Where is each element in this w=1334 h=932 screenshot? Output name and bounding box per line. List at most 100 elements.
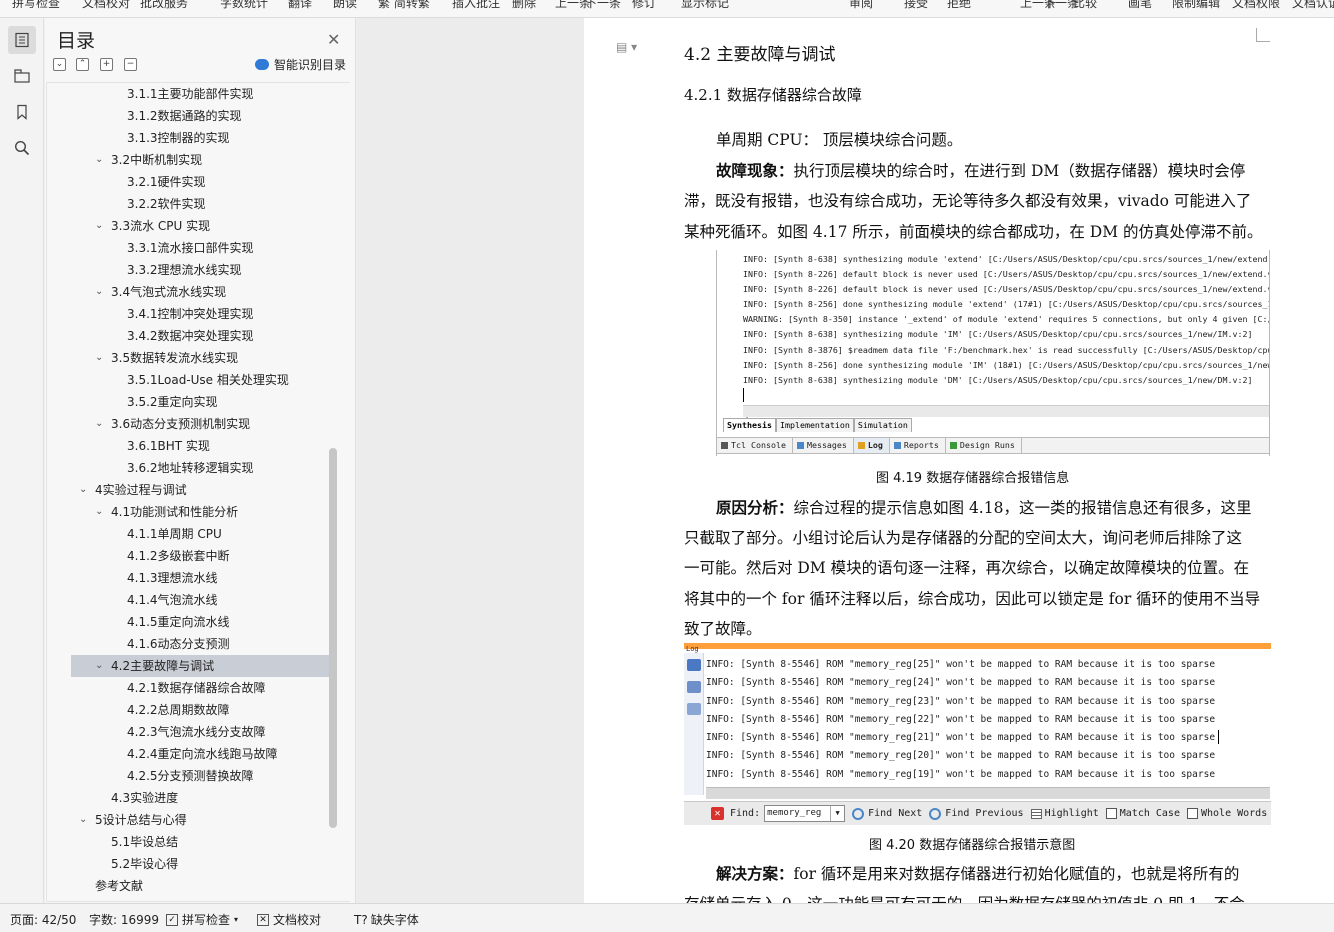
- toc-item[interactable]: 3.6.1BHT 实现: [71, 435, 331, 457]
- toc-item[interactable]: 4.2.5分支预测替换故障: [71, 765, 331, 787]
- toc-item[interactable]: ⌄ 3.3流水 CPU 实现: [71, 215, 331, 237]
- chevron-down-icon[interactable]: ⌄: [79, 809, 91, 831]
- toolbar-item[interactable]: 接受: [904, 0, 928, 11]
- toc-item[interactable]: 参考文献: [71, 875, 331, 897]
- word-count[interactable]: 字数: 16999: [89, 911, 159, 928]
- chapter-nav-icon[interactable]: [8, 62, 36, 90]
- toolbar-item[interactable]: 比较: [1073, 0, 1097, 11]
- figure-4-19-caption: 图 4.19 数据存储器综合报错信息: [876, 471, 1070, 486]
- chevron-down-icon[interactable]: ⌄: [79, 479, 91, 501]
- page-indicator[interactable]: 页面: 42/50: [10, 911, 76, 928]
- toc-item-label: 4.2主要故障与调试: [111, 659, 215, 673]
- toolbar-item[interactable]: 批改服务: [140, 0, 188, 11]
- toc-item-label: 4.2.2总周期数故障: [127, 703, 230, 717]
- toc-item[interactable]: 3.4.1控制冲突处理实现: [71, 303, 331, 325]
- toc-item[interactable]: ⌄ 3.6动态分支预测机制实现: [71, 413, 331, 435]
- toc-item[interactable]: 4.1.3理想流水线: [71, 567, 331, 589]
- bookmark-icon[interactable]: [8, 98, 36, 126]
- chevron-down-icon[interactable]: ⌄: [95, 501, 107, 523]
- toolbar-item[interactable]: 修订: [632, 0, 656, 11]
- toc-item[interactable]: 4.1.2多级嵌套中断: [71, 545, 331, 567]
- chevron-down-icon[interactable]: ⌄: [95, 215, 107, 237]
- toc-item[interactable]: 4.2.2总周期数故障: [71, 699, 331, 721]
- toolbar-item[interactable]: 文档权限: [1232, 0, 1280, 11]
- toc-item[interactable]: 4.1.1单周期 CPU: [71, 523, 331, 545]
- proofread-button[interactable]: ✕ 文档校对: [257, 911, 321, 928]
- toc-item[interactable]: 3.1.1主要功能部件实现: [71, 83, 331, 105]
- chevron-down-icon[interactable]: ⌄: [95, 149, 107, 171]
- toc-item-label: 3.1.2数据通路的实现: [127, 109, 242, 123]
- toc-item[interactable]: 3.6.2地址转移逻辑实现: [71, 457, 331, 479]
- toc-item[interactable]: 3.1.3控制器的实现: [71, 127, 331, 149]
- log-hscrollbar: [706, 787, 1270, 799]
- toolbar-item[interactable]: 文档校对: [82, 0, 130, 11]
- chevron-down-icon[interactable]: ⌄: [95, 413, 107, 435]
- toc-item[interactable]: ⌄ 3.4气泡式流水线实现: [71, 281, 331, 303]
- toc-item[interactable]: 3.3.1流水接口部件实现: [71, 237, 331, 259]
- toc-item[interactable]: 3.5.1Load-Use 相关处理实现: [71, 369, 331, 391]
- toc-item[interactable]: 3.1.2数据通路的实现: [71, 105, 331, 127]
- search-icon[interactable]: [8, 134, 36, 162]
- document-page[interactable]: ▤ ▾ 4.2 主要故障与调试 4.2.1 数据存储器综合故障 单周期 CPU：…: [584, 18, 1334, 903]
- toc-item[interactable]: 3.4.2数据冲突处理实现: [71, 325, 331, 347]
- paragraph-1: 单周期 CPU： 顶层模块综合问题。: [716, 131, 963, 149]
- flow-tabs: Synthesis Implementation Simulation: [723, 418, 912, 432]
- chevron-down-icon[interactable]: ⌄: [95, 347, 107, 369]
- toolbar-item[interactable]: 字数统计: [220, 0, 268, 11]
- toolbar-item[interactable]: 拒绝: [947, 0, 971, 11]
- toc-item[interactable]: 5.2毕设心得: [71, 853, 331, 875]
- toc-item[interactable]: 4.2.3气泡流水线分支故障: [71, 721, 331, 743]
- toolbar-item[interactable]: 下一条: [585, 0, 621, 11]
- smart-toc-button[interactable]: 智能识别目录: [255, 56, 346, 73]
- toc-item[interactable]: 3.5.2重定向实现: [71, 391, 331, 413]
- toolbar-item[interactable]: 朗读: [333, 0, 357, 11]
- missing-font-button[interactable]: T? 缺失字体: [354, 911, 419, 928]
- toc-item[interactable]: ⌄ 4实验过程与调试: [71, 479, 331, 501]
- page-menu-icon[interactable]: ▤ ▾: [616, 40, 637, 54]
- find-next-label: Find Next: [868, 808, 923, 819]
- text-cursor: [743, 388, 744, 402]
- chevron-down-icon[interactable]: ⌄: [95, 281, 107, 303]
- toolbar-item[interactable]: 插入批注: [452, 0, 500, 11]
- toc-item[interactable]: 4.2.1数据存储器综合故障: [71, 677, 331, 699]
- toc-item[interactable]: 4.1.4气泡流水线: [71, 589, 331, 611]
- text-cursor: [1218, 730, 1219, 744]
- close-icon[interactable]: ✕: [327, 30, 340, 49]
- chevron-down-icon[interactable]: ⌄: [95, 655, 107, 677]
- toc-item-label: 3.3.1流水接口部件实现: [127, 241, 254, 255]
- toc-item[interactable]: ⌄ 4.1功能测试和性能分析: [71, 501, 331, 523]
- toc-panel-icon[interactable]: [8, 26, 36, 54]
- toolbar-item[interactable]: 拼写检查: [12, 0, 60, 11]
- toc-item[interactable]: 3.3.2理想流水线实现: [71, 259, 331, 281]
- toc-item[interactable]: 5.1毕设总结: [71, 831, 331, 853]
- expand-all-icon[interactable]: ⌃: [76, 58, 89, 71]
- toc-item[interactable]: 4.1.6动态分支预测: [71, 633, 331, 655]
- spell-check-button[interactable]: ✓ 拼写检查 ▾: [166, 911, 238, 928]
- remove-heading-icon[interactable]: −: [124, 58, 137, 71]
- close-find-icon: ✕: [711, 807, 724, 820]
- toc-item[interactable]: 4.3实验进度: [71, 787, 331, 809]
- toolbar-item[interactable]: 删除: [512, 0, 536, 11]
- paragraph-3-line-1: 原因分析：综合过程的提示信息如图 4.18，这一类的报错信息还有很多，这里: [716, 496, 1251, 518]
- toolbar-item[interactable]: 限制编辑: [1172, 0, 1220, 11]
- toolbar-item[interactable]: 审阅: [849, 0, 873, 11]
- toc-item[interactable]: 3.2.2软件实现: [71, 193, 331, 215]
- paragraph-3-line-2: 只截取了部分。小组讨论后认为是存储器的分配的空间太大，询问老师后排除了这: [684, 529, 1243, 547]
- toolbar-item[interactable]: 画笔: [1128, 0, 1152, 11]
- toc-item[interactable]: ⌄ 3.2中断机制实现: [71, 149, 331, 171]
- toc-item[interactable]: 3.2.1硬件实现: [71, 171, 331, 193]
- collapse-all-icon[interactable]: ⌄: [53, 58, 66, 71]
- toc-item[interactable]: ⌄ 3.5数据转发流水线实现: [71, 347, 331, 369]
- toolbar-item[interactable]: 显示标记: [681, 0, 729, 11]
- toc-item[interactable]: ⌄ 4.2主要故障与调试: [71, 655, 331, 677]
- toc-item[interactable]: 4.2.4重定向流水线跑马故障: [71, 743, 331, 765]
- toc-item-label: 4.2.1数据存储器综合故障: [127, 681, 266, 695]
- toolbar-item[interactable]: 翻译: [288, 0, 312, 11]
- toc-item[interactable]: 4.1.5重定向流水线: [71, 611, 331, 633]
- toc-item[interactable]: ⌄ 5设计总结与心得: [71, 809, 331, 831]
- paragraph-4-line-1: 解决方案：for 循环是用来对数据存储器进行初始化赋值的，也就是将所有的: [716, 862, 1239, 884]
- toc-scrollbar[interactable]: [329, 448, 337, 828]
- add-heading-icon[interactable]: +: [100, 58, 113, 71]
- toolbar-item[interactable]: 文档认证: [1292, 0, 1334, 11]
- toolbar-item[interactable]: 繁 简转繁: [378, 0, 430, 11]
